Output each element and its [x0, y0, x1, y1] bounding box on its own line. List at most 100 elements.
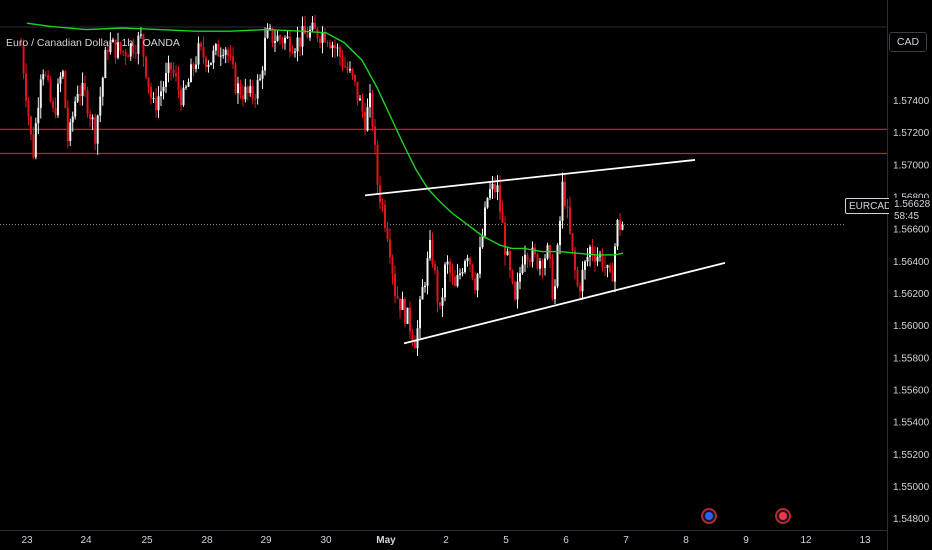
candle-body: [207, 64, 210, 67]
candle-body: [491, 184, 494, 190]
chart-area[interactable]: 1.574001.572001.570001.568001.566001.564…: [0, 0, 932, 550]
candle-body: [254, 98, 257, 100]
ca-event-icon[interactable]: [775, 508, 791, 524]
candle-body: [202, 46, 205, 58]
candle-body: [212, 50, 215, 63]
x-tick-label: 24: [80, 535, 92, 546]
x-tick-label: 7: [623, 535, 629, 546]
x-tick-label: 9: [743, 535, 749, 546]
candle-body: [329, 43, 331, 48]
candle-body: [241, 95, 244, 100]
candle-body: [150, 86, 152, 99]
candle-body: [127, 56, 130, 58]
candle-body: [366, 107, 369, 131]
candle-body: [99, 96, 102, 116]
candle-body: [200, 43, 202, 47]
candle-body: [49, 79, 52, 102]
candle-body: [89, 113, 92, 120]
bar-countdown: 58:45: [894, 211, 920, 222]
candle-body: [84, 82, 87, 91]
candle-body: [331, 45, 334, 48]
candle-body: [424, 285, 426, 288]
candle-body: [514, 282, 516, 300]
eu-event-icon[interactable]: [701, 508, 717, 524]
candle-body: [79, 93, 82, 96]
candle-body: [261, 70, 264, 79]
candle-body: [561, 181, 564, 221]
candle-body: [529, 261, 531, 263]
candle-body: [509, 251, 511, 271]
candle-body: [511, 270, 514, 283]
x-tick-label: 5: [503, 535, 509, 546]
candle-body: [569, 207, 571, 234]
candle-body: [296, 37, 299, 52]
candle-body: [371, 93, 374, 127]
candle-body: [294, 51, 296, 53]
candle-body: [239, 83, 242, 96]
candle-body: [71, 116, 74, 123]
candle-body: [526, 254, 529, 262]
x-tick-label: May: [376, 535, 396, 546]
y-tick-label: 1.55000: [893, 482, 930, 493]
candle-body: [69, 122, 72, 141]
candlestick-chart[interactable]: 1.574001.572001.570001.568001.566001.564…: [0, 0, 932, 550]
candle-body: [167, 62, 170, 73]
candle-body: [411, 331, 414, 341]
candle-body: [361, 98, 364, 112]
x-tick-label: 13: [859, 535, 871, 546]
candle-body: [539, 260, 541, 269]
candle-body: [286, 36, 289, 38]
candle-body: [122, 51, 125, 53]
candle-body: [301, 26, 304, 47]
last-price-value: 1.56628: [894, 199, 931, 210]
candle-body: [481, 235, 484, 248]
candle-body: [74, 101, 77, 117]
candle-body: [394, 273, 396, 297]
currency-button[interactable]: CAD: [889, 32, 927, 52]
candle-body: [396, 296, 399, 299]
candle-body: [54, 108, 57, 116]
candle-body: [187, 82, 190, 87]
candle-body: [251, 86, 254, 99]
x-tick-label: 12: [800, 535, 812, 546]
candle-body: [91, 117, 94, 120]
candle-body: [489, 189, 491, 198]
candle-body: [249, 86, 252, 94]
candle-body: [611, 271, 614, 282]
candle-body: [279, 35, 281, 40]
candle-body: [306, 33, 309, 38]
candle-body: [484, 207, 486, 236]
candle-body: [341, 56, 344, 67]
candle-body: [192, 64, 195, 70]
candle-body: [369, 93, 371, 108]
candle-body: [404, 299, 406, 324]
candle-body: [449, 261, 451, 273]
candle-body: [609, 265, 611, 272]
candle-body: [494, 184, 496, 192]
candle-body: [64, 71, 67, 108]
candle-body: [506, 251, 509, 256]
chart-background: [0, 0, 932, 550]
candle-body: [459, 273, 461, 276]
candle-body: [606, 265, 609, 268]
candle-body: [76, 93, 79, 102]
last-price-label: 1.56628 58:45: [889, 198, 932, 224]
candle-body: [264, 37, 267, 71]
candle-body: [224, 49, 227, 55]
candle-body: [499, 185, 501, 212]
candle-body: [434, 264, 436, 270]
candle-body: [106, 49, 109, 53]
candle-body: [147, 77, 150, 87]
candle-body: [401, 299, 404, 310]
y-tick-label: 1.57200: [893, 128, 930, 139]
x-tick-label: 30: [320, 535, 332, 546]
candle-body: [34, 123, 37, 158]
candle-body: [471, 264, 474, 279]
candle-body: [409, 307, 411, 332]
candle-body: [222, 54, 225, 56]
candle-body: [584, 261, 586, 270]
candle-body: [461, 272, 464, 274]
candle-body: [269, 28, 271, 30]
candle-body: [581, 269, 584, 292]
candle-body: [381, 202, 384, 205]
